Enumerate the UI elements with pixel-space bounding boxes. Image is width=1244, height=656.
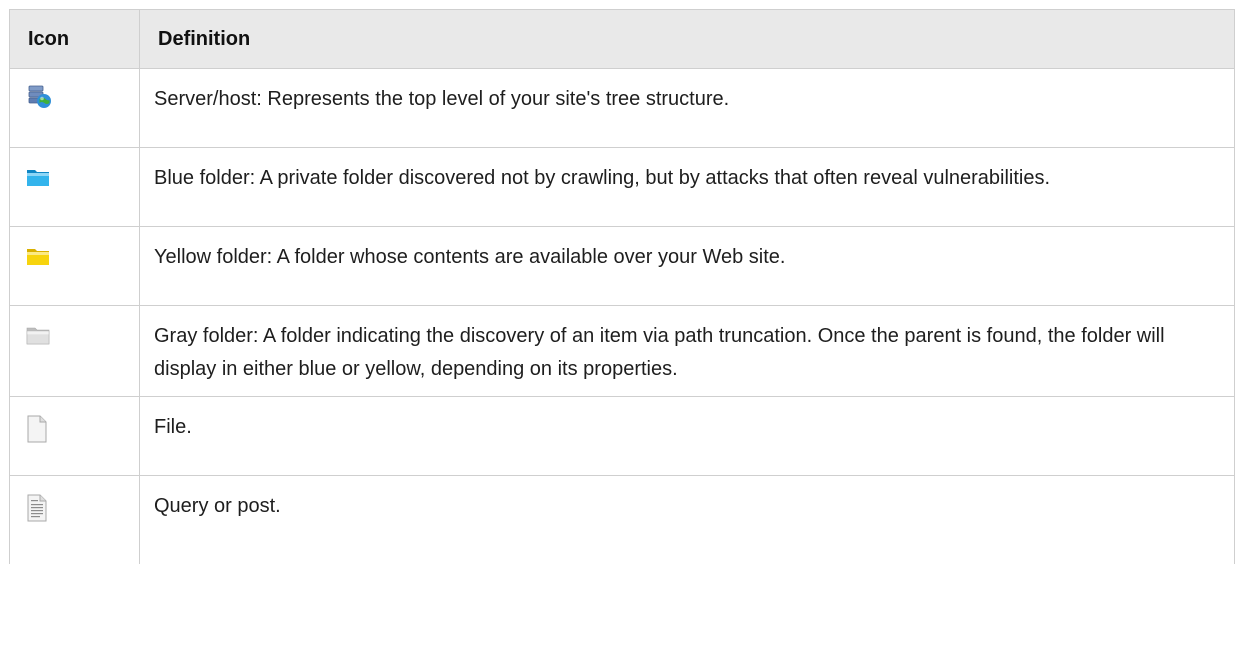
table-row: Server/host: Represents the top level of… [9,68,1235,148]
definition-cell: Yellow folder: A folder whose contents a… [139,226,1235,306]
server-host-icon [26,83,139,109]
icon-legend-table: Icon Definition Server/host: Represents [9,9,1235,564]
yellow-folder-icon [26,245,139,267]
table-row: File. [9,396,1235,476]
icon-column-header: Icon [9,9,140,69]
file-icon [26,415,139,443]
query-post-icon [26,494,139,522]
table-header-row: Icon Definition [9,9,1235,69]
table-row: Yellow folder: A folder whose contents a… [9,226,1235,306]
table-row: Query or post. [9,475,1235,564]
definition-cell: Blue folder: A private folder discovered… [139,147,1235,227]
definition-cell: Gray folder: A folder indicating the dis… [139,305,1235,397]
definition-cell: Query or post. [139,475,1235,564]
table-row: Blue folder: A private folder discovered… [9,147,1235,227]
table-row: Gray folder: A folder indicating the dis… [9,305,1235,397]
gray-folder-icon [26,324,139,346]
definition-cell: Server/host: Represents the top level of… [139,68,1235,148]
definition-cell: File. [139,396,1235,476]
blue-folder-icon [26,166,139,188]
definition-column-header: Definition [139,9,1235,69]
